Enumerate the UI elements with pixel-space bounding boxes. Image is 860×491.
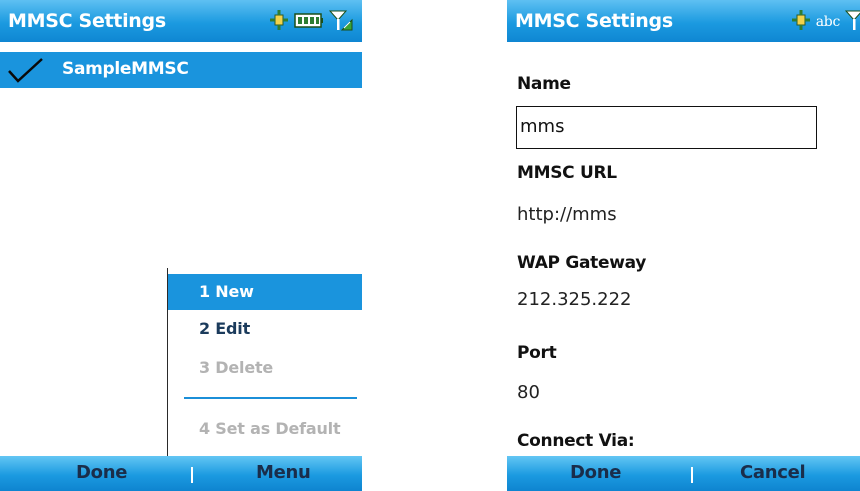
battery-icon xyxy=(294,13,323,28)
title-bar: MMSC Settings abc xyxy=(507,0,860,42)
context-menu: 1 New 2 Edit 3 Delete 4 Set as Default xyxy=(167,268,362,456)
port-field[interactable]: 80 xyxy=(517,382,540,403)
done-softkey[interactable]: Done xyxy=(76,462,127,483)
mmsc-url-field[interactable]: http://mms xyxy=(517,204,617,225)
softkey-bar: Done Menu xyxy=(0,456,362,491)
title-bar: MMSC Settings xyxy=(0,0,362,42)
port-label: Port xyxy=(517,343,557,363)
name-label: Name xyxy=(517,74,571,94)
menu-item-set-as-default[interactable]: 4 Set as Default xyxy=(168,411,362,447)
mmsc-edit-screen: MMSC Settings abc Name mms MMSC URL http… xyxy=(507,0,860,491)
softkey-divider xyxy=(191,467,193,483)
signal-icon xyxy=(844,10,860,30)
name-field[interactable]: mms xyxy=(516,106,817,149)
done-softkey[interactable]: Done xyxy=(570,462,621,483)
mmsc-list-screen: MMSC Settings SampleMMSC 1 New 2 Edit 3 … xyxy=(0,0,362,491)
softkey-bar: Done Cancel xyxy=(507,456,860,491)
connectivity-icon xyxy=(270,10,288,30)
screen-title: MMSC Settings xyxy=(515,10,673,32)
wap-gateway-label: WAP Gateway xyxy=(517,253,647,273)
menu-item-new[interactable]: 1 New xyxy=(168,274,362,310)
mmsc-url-label: MMSC URL xyxy=(517,163,617,183)
menu-divider xyxy=(184,397,357,399)
wap-gateway-field[interactable]: 212.325.222 xyxy=(517,289,632,310)
menu-item-edit[interactable]: 2 Edit xyxy=(168,311,362,347)
cancel-softkey[interactable]: Cancel xyxy=(740,462,806,483)
menu-softkey[interactable]: Menu xyxy=(256,462,311,483)
checkmark-icon xyxy=(8,58,43,83)
list-item-samplemmsc[interactable]: SampleMMSC xyxy=(0,52,362,88)
connect-via-label: Connect Via: xyxy=(517,431,635,451)
screen-title: MMSC Settings xyxy=(8,10,166,32)
signal-icon xyxy=(328,10,353,31)
input-mode-indicator: abc xyxy=(815,13,841,30)
list-item-label: SampleMMSC xyxy=(62,59,189,79)
menu-item-delete[interactable]: 3 Delete xyxy=(168,350,362,386)
connectivity-icon xyxy=(791,10,810,30)
softkey-divider xyxy=(691,467,693,483)
